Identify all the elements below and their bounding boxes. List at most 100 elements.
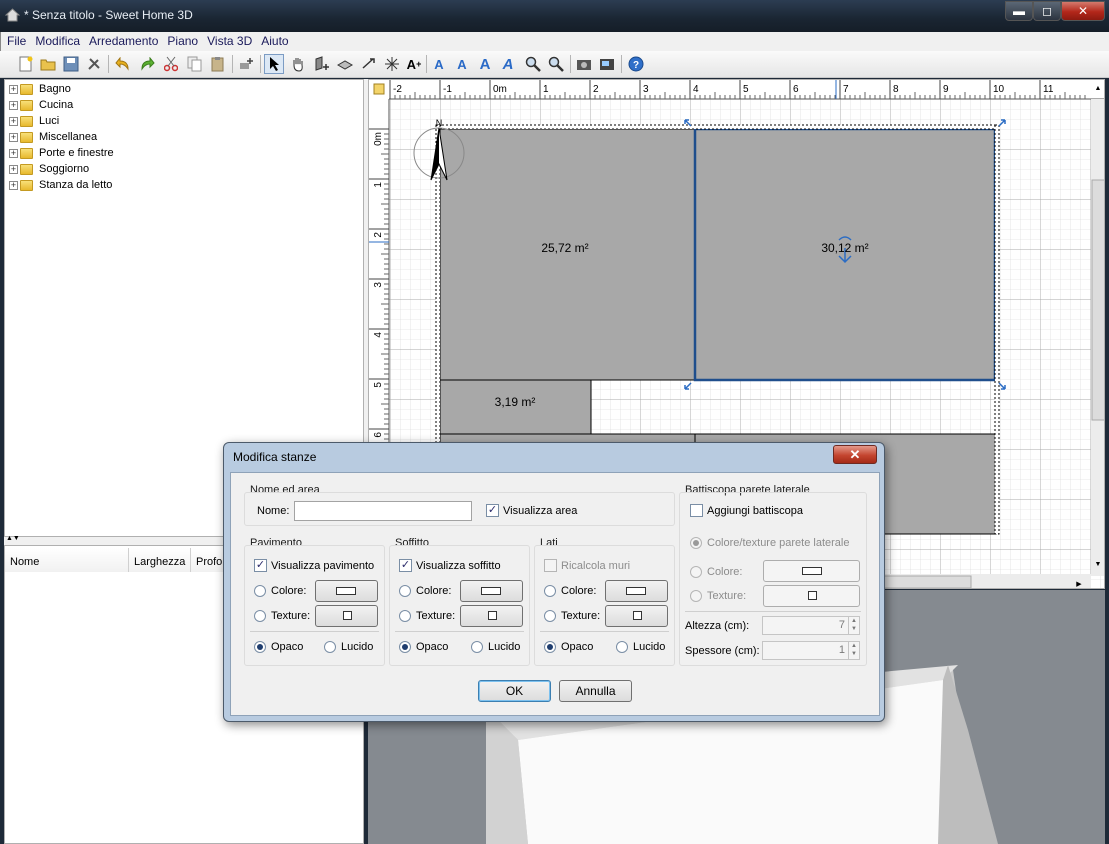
create-dimensions-icon[interactable]	[359, 54, 379, 74]
menu-vista3d[interactable]: Vista 3D	[201, 32, 255, 48]
open-icon[interactable]	[38, 54, 58, 74]
ruler-y-label: 6	[373, 432, 384, 438]
menu-file[interactable]: File	[1, 32, 29, 48]
undo-icon[interactable]	[113, 54, 133, 74]
ceiling-color-radio[interactable]	[399, 585, 411, 597]
copy-icon[interactable]	[184, 54, 204, 74]
dialog-close-button[interactable]: ✕	[833, 445, 877, 464]
catalog-category[interactable]: + Bagno	[9, 81, 71, 97]
create-video-icon[interactable]	[597, 54, 617, 74]
show-area-checkbox[interactable]: ✓	[486, 504, 499, 517]
baseboard-texture-button[interactable]	[763, 585, 860, 607]
save-icon[interactable]	[61, 54, 81, 74]
baseboard-color-radio[interactable]	[690, 566, 702, 578]
ok-button[interactable]: OK	[478, 680, 551, 702]
expand-icon[interactable]: +	[9, 164, 18, 174]
add-text-icon[interactable]: A +	[404, 54, 424, 74]
expand-icon[interactable]: +	[9, 116, 18, 126]
floor-visible-checkbox[interactable]: ✓	[254, 559, 267, 572]
catalog-category[interactable]: + Soggiorno	[9, 161, 89, 177]
ruler-x-label: 2	[593, 84, 599, 95]
catalog-category[interactable]: + Luci	[9, 113, 59, 129]
expand-icon[interactable]: +	[9, 132, 18, 142]
catalog-category[interactable]: + Porte e finestre	[9, 145, 114, 161]
select-icon[interactable]	[264, 54, 284, 74]
menu-modifica[interactable]: Modifica	[29, 32, 83, 48]
ceiling-color-button[interactable]	[460, 580, 523, 602]
column-header-width[interactable]: Larghezza	[129, 548, 191, 572]
ceiling-visible-checkbox[interactable]: ✓	[399, 559, 412, 572]
create-labels-icon[interactable]	[382, 54, 402, 74]
text-style-1-icon[interactable]: A	[429, 54, 449, 74]
folder-icon	[20, 115, 33, 127]
expand-icon[interactable]: +	[9, 148, 18, 158]
text-style-4-icon[interactable]: A	[498, 54, 518, 74]
preferences-icon[interactable]	[84, 54, 104, 74]
ruler-y-label: 2	[373, 232, 384, 238]
ceiling-texture-radio[interactable]	[399, 610, 411, 622]
sides-matt-radio[interactable]	[544, 641, 556, 653]
catalog-category[interactable]: + Cucina	[9, 97, 73, 113]
create-photo-icon[interactable]	[574, 54, 594, 74]
cancel-button[interactable]: Annulla	[559, 680, 632, 702]
wall-top[interactable]	[437, 124, 999, 130]
add-furniture-icon[interactable]	[236, 54, 256, 74]
sides-texture-button[interactable]	[605, 605, 668, 627]
catalog-category[interactable]: + Stanza da letto	[9, 177, 112, 193]
paste-icon[interactable]	[207, 54, 227, 74]
expand-icon[interactable]: +	[9, 84, 18, 94]
baseboard-color-button[interactable]	[763, 560, 860, 582]
expand-icon[interactable]: +	[9, 100, 18, 110]
floor-texture-button[interactable]	[315, 605, 378, 627]
minimize-button[interactable]: ▬	[1005, 1, 1033, 21]
floor-texture-radio[interactable]	[254, 610, 266, 622]
ceiling-shiny-radio[interactable]	[471, 641, 483, 653]
zoom-out-icon[interactable]	[546, 54, 566, 74]
baseboard-thickness-spinner[interactable]: 1 ▲ ▼	[762, 641, 860, 660]
catalog-category[interactable]: + Miscellanea	[9, 129, 97, 145]
menu-aiuto[interactable]: Aiuto	[255, 32, 291, 48]
sides-shiny-label: Lucido	[633, 641, 666, 653]
ceiling-matt-radio[interactable]	[399, 641, 411, 653]
zoom-in-icon[interactable]	[523, 54, 543, 74]
baseboard-height-spinner[interactable]: 7 ▲ ▼	[762, 616, 860, 635]
sides-shiny-radio[interactable]	[616, 641, 628, 653]
create-rooms-icon[interactable]	[335, 54, 355, 74]
add-baseboard-checkbox[interactable]	[690, 504, 703, 517]
new-icon[interactable]	[16, 54, 36, 74]
sides-color-radio[interactable]	[544, 585, 556, 597]
create-walls-icon[interactable]	[312, 54, 332, 74]
floor-matt-radio[interactable]	[254, 641, 266, 653]
svg-text:▲: ▲	[1095, 85, 1102, 92]
baseboard-texture-radio[interactable]	[690, 590, 702, 602]
menu-arredamento[interactable]: Arredamento	[83, 32, 161, 48]
cut-icon[interactable]	[161, 54, 181, 74]
vertical-scrollbar-thumb[interactable]	[1091, 179, 1105, 421]
baseboard-color-label: Colore:	[707, 566, 743, 578]
add-baseboard-label: Aggiungi battiscopa	[707, 505, 804, 517]
baseboard-height-label: Altezza (cm):	[685, 620, 750, 632]
menu-piano[interactable]: Piano	[161, 32, 201, 48]
close-window-button[interactable]: ✕	[1061, 1, 1105, 21]
text-style-2-icon[interactable]: A	[452, 54, 472, 74]
help-icon[interactable]: ?	[626, 54, 646, 74]
baseboard-same-as-wall-radio[interactable]	[690, 537, 702, 549]
sides-texture-radio[interactable]	[544, 610, 556, 622]
sides-color-button[interactable]	[605, 580, 668, 602]
ceiling-texture-button[interactable]	[460, 605, 523, 627]
column-header-name[interactable]: Nome	[5, 548, 129, 572]
app-icon	[5, 8, 20, 22]
pan-icon[interactable]	[288, 54, 308, 74]
recompute-walls-checkbox[interactable]	[544, 559, 557, 572]
wall-right[interactable]	[994, 124, 1000, 535]
ruler-y-label: 0m	[373, 132, 384, 146]
svg-text:N: N	[436, 118, 443, 128]
expand-icon[interactable]: +	[9, 180, 18, 190]
redo-icon[interactable]	[137, 54, 157, 74]
floor-color-button[interactable]	[315, 580, 378, 602]
maximize-button[interactable]: ◻	[1033, 1, 1061, 21]
floor-shiny-radio[interactable]	[324, 641, 336, 653]
floor-color-radio[interactable]	[254, 585, 266, 597]
text-style-3-icon[interactable]: A	[475, 54, 495, 74]
name-input[interactable]	[294, 501, 472, 521]
